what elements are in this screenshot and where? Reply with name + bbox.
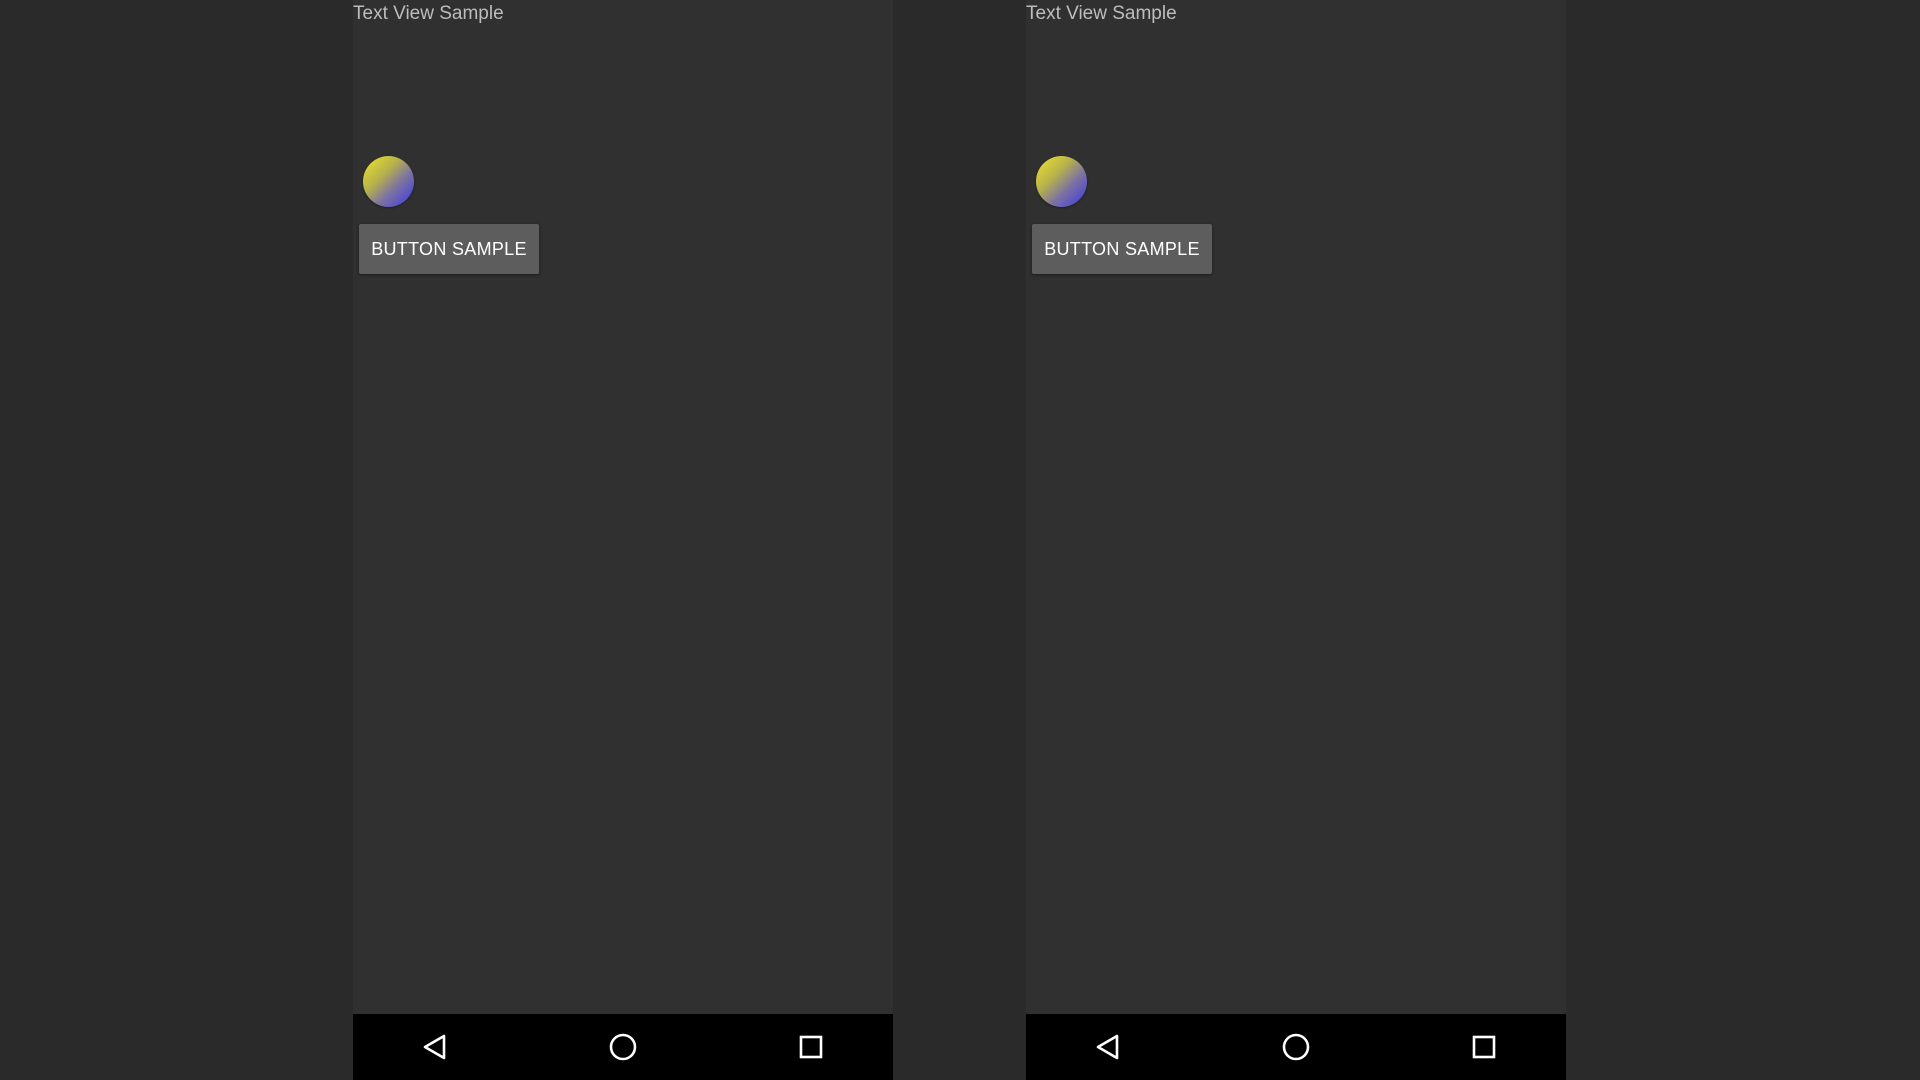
navigation-bar (353, 1014, 893, 1080)
back-button[interactable] (395, 1014, 475, 1080)
recents-square-icon (1472, 1035, 1496, 1059)
home-circle-icon (609, 1033, 637, 1061)
text-view: Text View Sample (1026, 3, 1177, 24)
back-triangle-icon (423, 1034, 446, 1060)
device-screen-left: Text View Sample BUTTON SAMPLE (353, 0, 893, 1080)
back-triangle-icon (1096, 1034, 1119, 1060)
back-button[interactable] (1068, 1014, 1148, 1080)
home-button[interactable] (583, 1014, 663, 1080)
home-button[interactable] (1256, 1014, 1336, 1080)
recents-button[interactable] (1444, 1014, 1524, 1080)
text-view: Text View Sample (353, 3, 504, 24)
sample-button[interactable]: BUTTON SAMPLE (359, 224, 539, 274)
stage: Text View Sample BUTTON SAMPLE Text View… (0, 0, 1920, 1080)
home-circle-icon (1282, 1033, 1310, 1061)
device-screen-right: Text View Sample BUTTON SAMPLE (1026, 0, 1566, 1080)
navigation-bar (1026, 1014, 1566, 1080)
gradient-circle-image (363, 156, 414, 207)
recents-button[interactable] (771, 1014, 851, 1080)
gradient-circle-image (1036, 156, 1087, 207)
sample-button[interactable]: BUTTON SAMPLE (1032, 224, 1212, 274)
recents-square-icon (799, 1035, 823, 1059)
